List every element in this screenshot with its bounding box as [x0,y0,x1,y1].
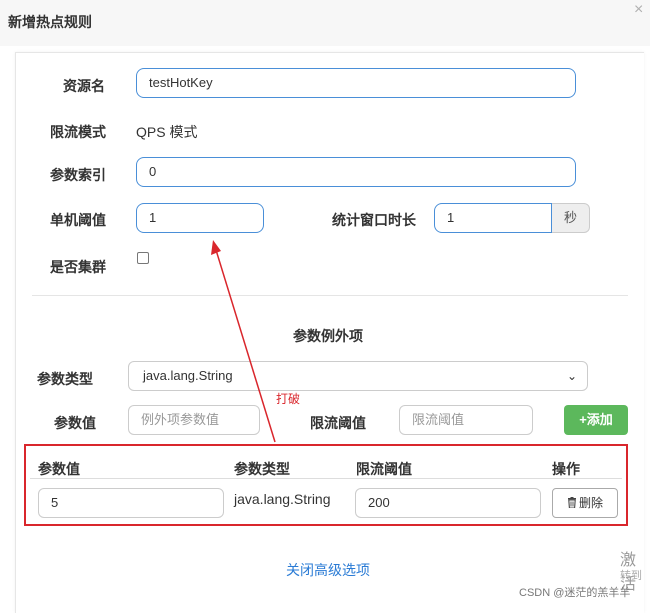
csdn-credit: CSDN @迷茫的羔羊羊 [519,587,631,599]
annotation-arrow [211,240,276,443]
activation-watermark-sub: 转到 [620,570,642,582]
